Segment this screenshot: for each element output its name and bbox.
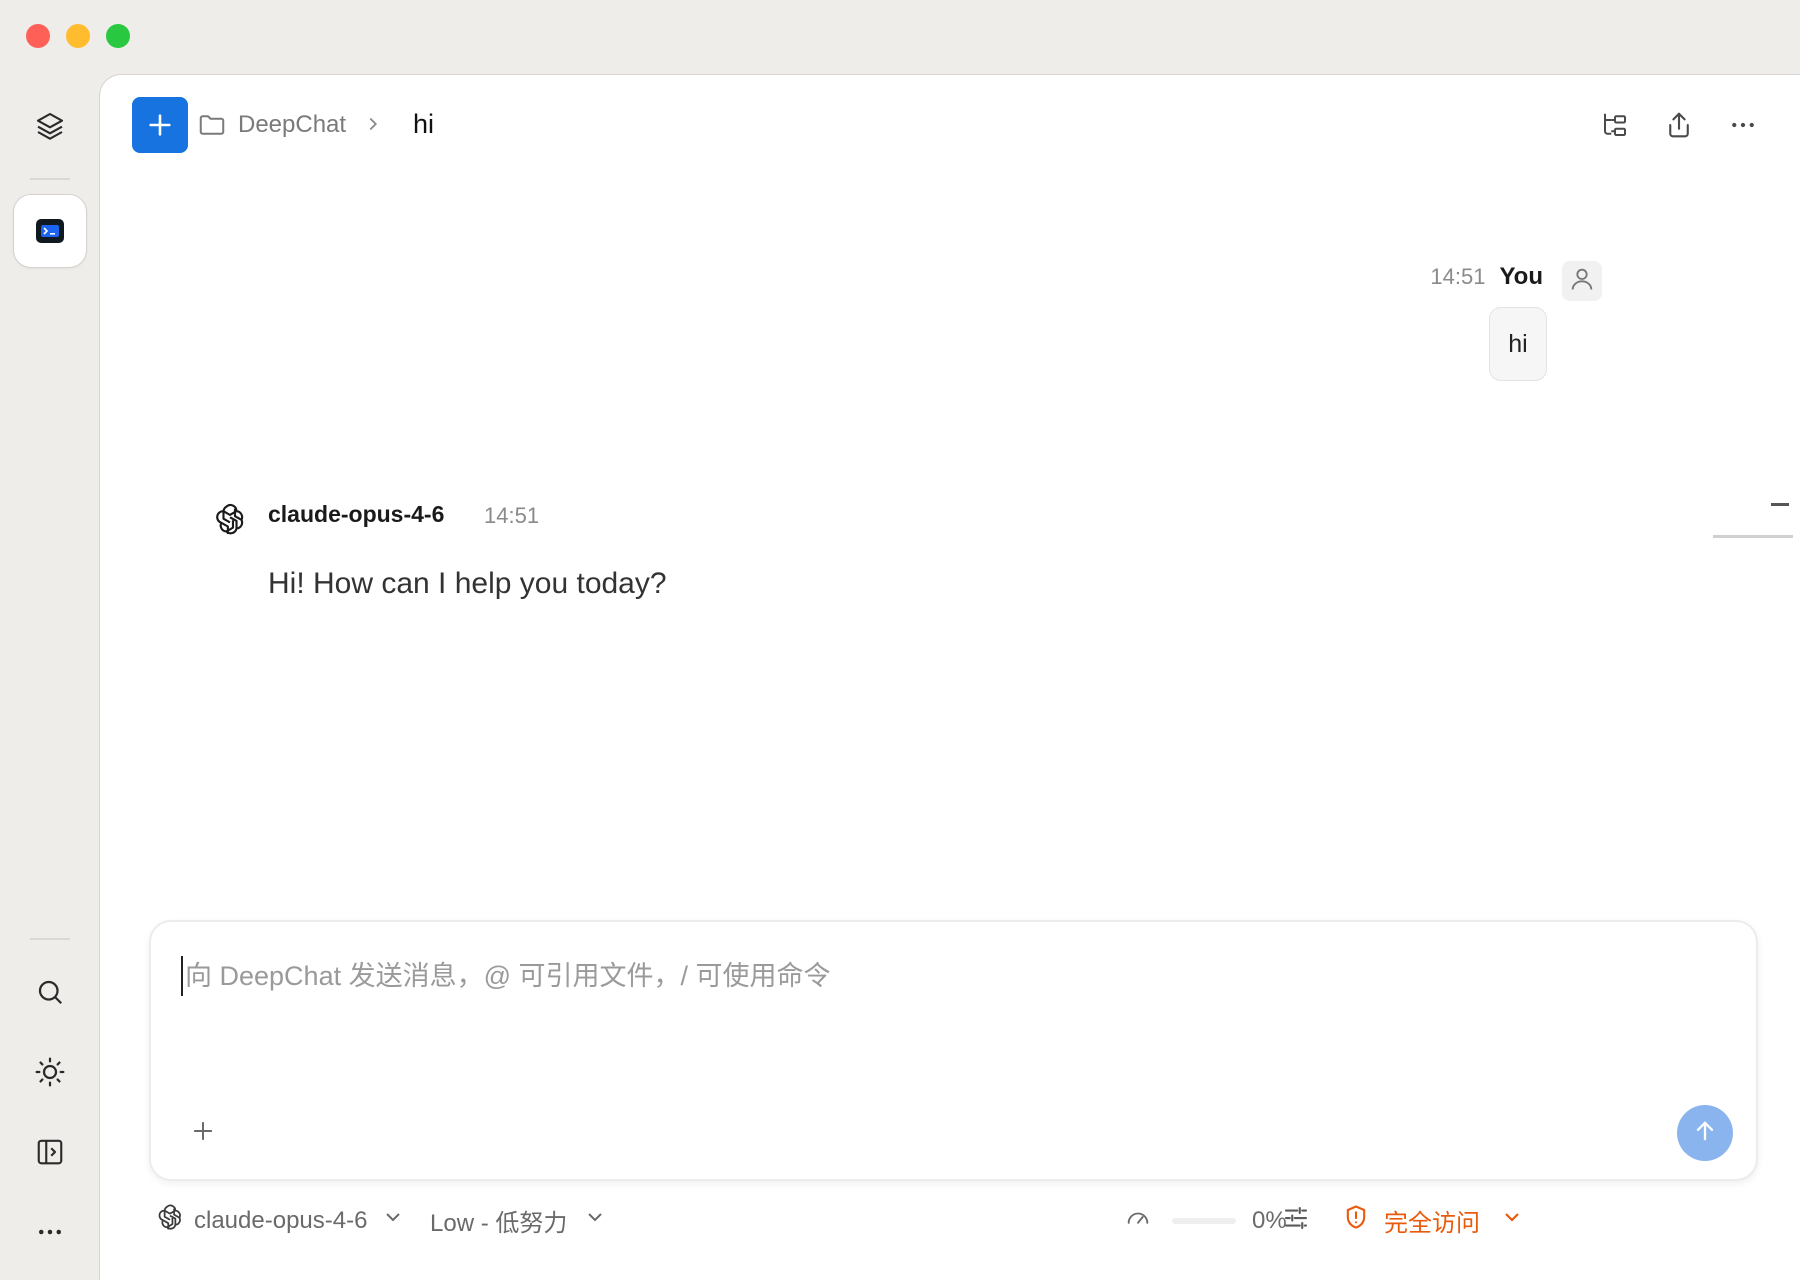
sliders-icon [1281,1203,1311,1240]
more-icon[interactable] [28,1210,72,1254]
avatar [1562,261,1602,301]
user-message-meta: 14:51 You [1430,263,1543,291]
model-selector-label: claude-opus-4-6 [194,1206,368,1234]
more-horizontal-icon[interactable] [1723,105,1763,145]
send-button[interactable] [1677,1105,1733,1161]
context-usage: 0% [1124,1203,1287,1238]
folder-icon [197,110,227,145]
assistant-model-name: claude-opus-4-6 [268,501,445,527]
settings-button[interactable] [1281,1203,1311,1240]
user-message-text: hi [1508,329,1528,358]
new-chat-button[interactable] [132,97,188,153]
breadcrumb-project[interactable]: DeepChat [238,111,346,139]
share-icon[interactable] [1659,105,1699,145]
app-window: DeepChat hi 14:51 You hi claude-opus-4-6… [0,0,1800,1280]
openai-logo-icon [213,502,247,541]
close-window-button[interactable] [26,24,50,48]
arrow-up-icon [1691,1117,1719,1150]
sidebar-toggle-icon[interactable] [28,1130,72,1174]
terminal-app-icon [36,219,64,243]
tree-icon[interactable] [1595,105,1635,145]
user-icon [1568,265,1596,298]
user-name: You [1499,263,1543,290]
assistant-message-text: Hi! How can I help you today? [268,567,667,600]
effort-selector-label: Low - 低努力 [430,1210,568,1237]
minimize-window-button[interactable] [66,24,90,48]
assistant-message-time: 14:51 [484,503,540,528]
maximize-window-button[interactable] [106,24,130,48]
rail-divider [30,938,70,940]
context-usage-bar [1172,1217,1236,1224]
left-rail [0,74,100,1280]
chat-panel: DeepChat hi 14:51 You hi claude-opus-4-6… [99,74,1800,1280]
search-icon[interactable] [28,970,72,1014]
access-mode-selector[interactable]: 完全访问 [1342,1203,1524,1238]
gauge-icon [1124,1203,1152,1238]
model-selector[interactable]: claude-opus-4-6 [156,1203,405,1238]
chevron-down-icon [583,1205,607,1236]
page-title: hi [413,109,435,139]
user-message-bubble: hi [1489,307,1547,381]
chevron-right-icon [362,113,384,140]
sun-icon[interactable] [28,1050,72,1094]
openai-logo-icon [156,1203,184,1238]
user-message-time: 14:51 [1430,264,1486,289]
minimap-track[interactable] [1713,535,1793,538]
shield-alert-icon [1342,1203,1370,1238]
window-controls [26,24,130,48]
attach-button[interactable] [189,1117,217,1150]
composer [149,920,1758,1181]
message-input[interactable] [181,956,1681,996]
access-mode-label: 完全访问 [1384,1210,1480,1237]
terminal-app-tile[interactable] [13,194,87,268]
minimap-marker[interactable] [1771,503,1789,506]
chevron-down-icon [1500,1205,1524,1236]
rail-divider [30,178,70,180]
chevron-down-icon [381,1205,405,1236]
effort-selector[interactable]: Low - 低努力 [430,1203,607,1238]
layers-icon[interactable] [28,104,72,148]
